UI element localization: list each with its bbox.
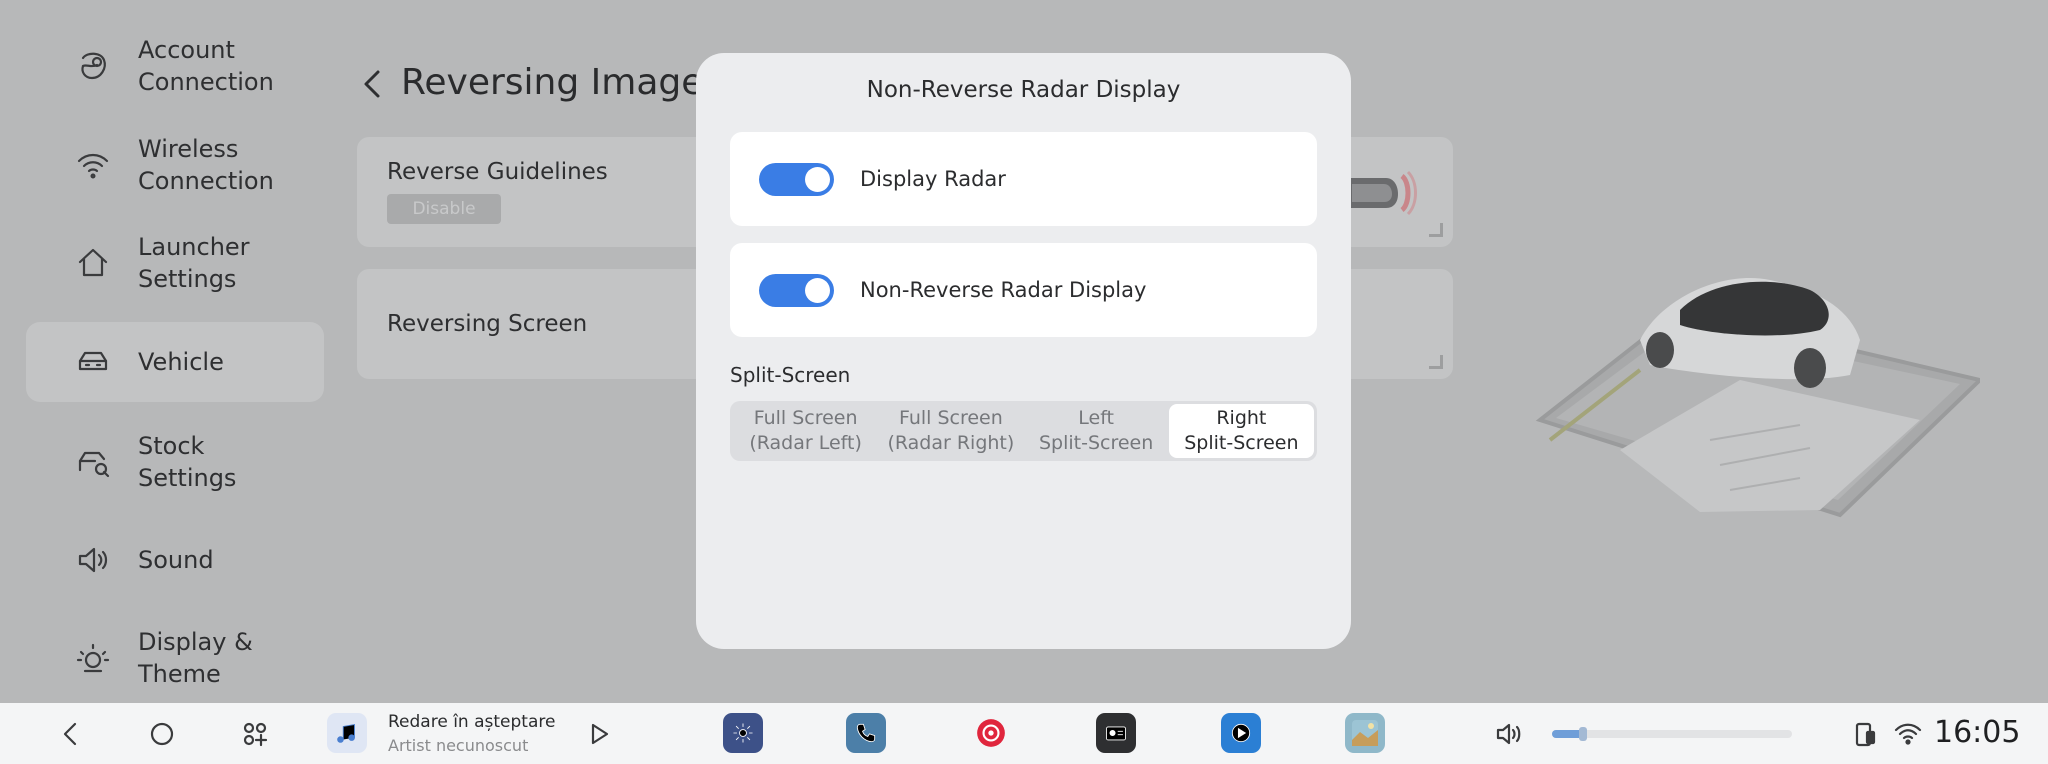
taskbar: Redare în așteptare Artist necunoscut 16… — [0, 703, 2048, 764]
sidebar-item-label: Wireless Connection — [138, 135, 274, 195]
non-reverse-radar-toggle[interactable] — [759, 273, 834, 307]
sidebar-item-vehicle[interactable]: Vehicle — [26, 322, 324, 402]
split-screen-label: Split-Screen — [730, 363, 851, 387]
back-arrow-icon[interactable] — [358, 64, 386, 104]
non-reverse-radar-label: Non-Reverse Radar Display — [860, 278, 1147, 302]
media-title[interactable]: Redare în așteptare — [388, 712, 555, 732]
phone-battery-icon — [1852, 719, 1878, 749]
phone-app-icon[interactable] — [846, 713, 886, 753]
nav-home-icon[interactable] — [147, 719, 177, 749]
gallery-app-icon[interactable] — [1345, 713, 1385, 753]
home-icon — [72, 242, 114, 284]
reverse-guidelines-label: Reverse Guidelines — [387, 159, 608, 185]
media-artist: Artist necunoscut — [388, 736, 529, 755]
speaker-icon — [72, 539, 114, 581]
disable-badge: Disable — [387, 194, 501, 224]
volume-slider[interactable] — [1552, 727, 1792, 741]
sidebar-item-display-theme[interactable]: Display & Theme — [26, 618, 324, 698]
car-icon — [72, 341, 114, 383]
expand-corner-icon — [1429, 223, 1443, 237]
wifi-status-icon — [1893, 719, 1923, 749]
sun-icon — [72, 637, 114, 679]
rear-car-thumbnail — [1348, 160, 1418, 224]
volume-icon[interactable] — [1494, 719, 1524, 749]
sidebar-item-label: Launcher Settings — [138, 233, 250, 293]
vehicle-document-illustration — [1520, 250, 1985, 530]
sidebar-item-stock-settings[interactable]: Stock Settings — [26, 422, 324, 502]
nav-apps-icon[interactable] — [240, 719, 270, 749]
page-title: Reversing Image — [401, 62, 704, 103]
account-icon — [72, 45, 114, 87]
expand-corner-icon — [1429, 355, 1443, 369]
dialog-title: Non-Reverse Radar Display — [866, 77, 1181, 103]
radar-display-dialog: Non-Reverse Radar Display Display Radar … — [696, 53, 1351, 649]
car-wrench-icon — [72, 441, 114, 483]
sidebar-item-sound[interactable]: Sound — [26, 520, 324, 600]
settings-app-icon[interactable] — [723, 713, 763, 753]
non-reverse-radar-option: Non-Reverse Radar Display — [730, 243, 1317, 337]
sidebar-item-label: Stock Settings — [138, 432, 237, 492]
sidebar-item-launcher-settings[interactable]: Launcher Settings — [26, 223, 324, 303]
segment-full-screen-radar-right[interactable]: Full Screen (Radar Right) — [878, 404, 1023, 458]
display-radar-label: Display Radar — [860, 167, 1006, 191]
sidebar-item-account-connection[interactable]: Account Connection — [26, 26, 324, 106]
radio-app-icon[interactable] — [1096, 713, 1136, 753]
nav-back-icon[interactable] — [56, 719, 86, 749]
reversing-screen-label: Reversing Screen — [387, 311, 588, 337]
sidebar-item-label: Sound — [138, 546, 214, 574]
sidebar-item-label: Display & Theme — [138, 628, 253, 688]
play-icon[interactable] — [584, 719, 614, 749]
music-app-icon[interactable] — [971, 713, 1011, 753]
segment-full-screen-radar-left[interactable]: Full Screen (Radar Left) — [733, 404, 878, 458]
sidebar-item-wireless-connection[interactable]: Wireless Connection — [26, 125, 324, 205]
toggle-knob — [805, 166, 830, 192]
toggle-knob — [805, 277, 830, 303]
wifi-icon — [72, 144, 114, 186]
music-note-icon[interactable] — [327, 713, 367, 753]
display-radar-toggle[interactable] — [759, 162, 834, 196]
sidebar-item-label: Account Connection — [138, 36, 274, 96]
segment-right-split-screen[interactable]: Right Split-Screen — [1168, 404, 1314, 458]
clock: 16:05 — [1934, 715, 2021, 750]
segment-left-split-screen[interactable]: Left Split-Screen — [1024, 404, 1169, 458]
sidebar-item-label: Vehicle — [138, 348, 224, 376]
display-radar-option: Display Radar — [730, 132, 1317, 226]
split-screen-segmented-control: Full Screen (Radar Left) Full Screen (Ra… — [730, 401, 1317, 461]
settings-sidebar: Account Connection Wireless Connection L… — [0, 0, 340, 703]
media-player-app-icon[interactable] — [1221, 713, 1261, 753]
volume-slider-handle[interactable] — [1579, 727, 1588, 741]
